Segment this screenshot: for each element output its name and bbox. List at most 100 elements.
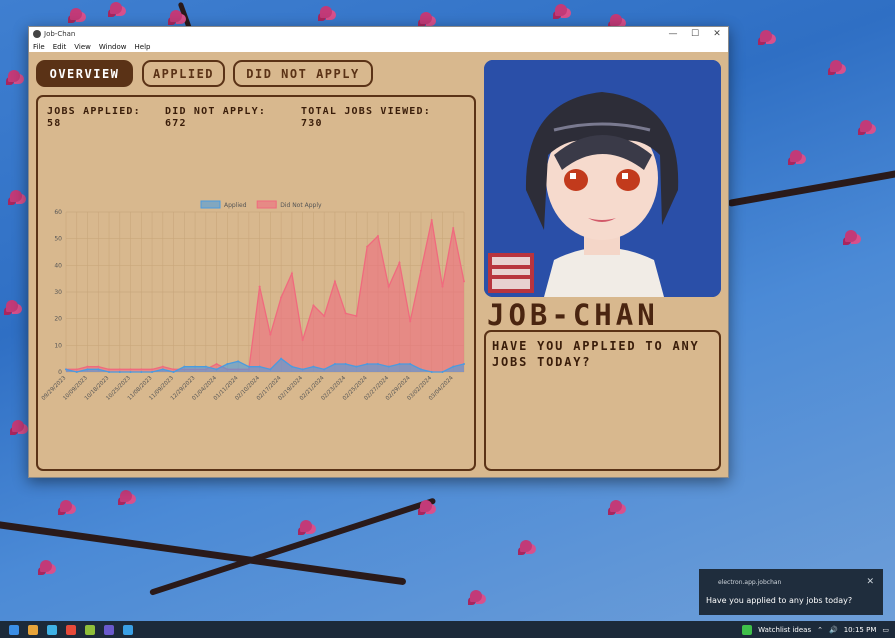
notification-center-icon[interactable]: ▭	[882, 626, 889, 634]
data-point	[151, 368, 154, 371]
job-chan-taskbar-icon[interactable]	[123, 624, 133, 635]
app-icon[interactable]	[66, 624, 76, 635]
menu-file[interactable]: File	[33, 43, 45, 51]
data-point	[333, 363, 336, 365]
speech-box: HAVE YOU APPLIED TO ANY JOBS TODAY?	[484, 330, 721, 471]
data-point	[312, 304, 315, 307]
notification-toast[interactable]: electron.app.jobchan ✕ Have you applied …	[699, 569, 883, 615]
job-chan-window: Job-Chan — ☐ ✕ File Edit View Window Hel…	[28, 26, 729, 478]
tab-applied[interactable]: APPLIED	[142, 60, 225, 87]
data-point	[441, 285, 444, 288]
data-point	[409, 320, 412, 323]
app-icon[interactable]	[28, 624, 38, 635]
data-point	[387, 285, 390, 288]
legend-label: Did Not Apply	[280, 202, 322, 209]
maximize-button[interactable]: ☐	[684, 27, 706, 41]
data-point	[204, 365, 207, 368]
data-point	[172, 371, 175, 373]
data-point	[323, 315, 326, 317]
data-point	[75, 368, 78, 371]
data-point	[344, 312, 347, 315]
y-tick-label: 10	[54, 342, 62, 349]
data-point	[301, 368, 304, 371]
menu-view[interactable]: View	[74, 43, 91, 51]
data-point	[237, 360, 240, 363]
data-point	[258, 285, 261, 288]
data-point	[183, 365, 186, 368]
data-point	[463, 363, 465, 365]
data-point	[387, 365, 390, 368]
data-point	[194, 365, 197, 368]
app-icon[interactable]	[104, 624, 114, 635]
data-point	[366, 363, 369, 365]
data-point	[376, 235, 379, 237]
data-point	[129, 371, 132, 373]
window-title: Job-Chan	[44, 30, 76, 38]
data-point	[226, 363, 229, 365]
legend-swatch	[256, 200, 277, 209]
data-point	[86, 368, 89, 371]
clock[interactable]: 10:15 PM	[844, 626, 877, 634]
close-icon[interactable]: ✕	[866, 577, 874, 587]
app-content: OVERVIEW APPLIED DID NOT APPLY JOBS APPL…	[29, 52, 728, 477]
data-point	[312, 365, 315, 368]
data-point	[269, 368, 272, 371]
data-point	[97, 365, 100, 368]
menu-help[interactable]: Help	[135, 43, 151, 51]
data-point	[280, 357, 283, 360]
series-area	[66, 220, 464, 372]
data-point	[463, 280, 465, 283]
app-icon[interactable]	[85, 624, 95, 635]
y-tick-label: 50	[54, 236, 62, 243]
notification-message: Have you applied to any jobs today?	[706, 596, 853, 605]
data-point	[269, 333, 272, 336]
app-icon[interactable]	[47, 624, 57, 635]
data-point	[355, 315, 358, 317]
title-bar[interactable]: Job-Chan — ☐ ✕	[29, 27, 728, 41]
watchlist-widget[interactable]: Watchlist ideas	[758, 626, 811, 634]
menu-edit[interactable]: Edit	[53, 43, 67, 51]
data-point	[215, 363, 218, 365]
data-point	[290, 365, 293, 368]
y-tick-label: 60	[54, 209, 62, 216]
data-point	[430, 219, 433, 221]
data-point	[118, 371, 121, 373]
y-tick-label: 30	[54, 289, 62, 296]
data-point	[409, 363, 412, 365]
y-tick-label: 0	[58, 369, 62, 376]
minimize-button[interactable]: —	[662, 27, 684, 41]
data-point	[452, 365, 455, 368]
tab-overview[interactable]: OVERVIEW	[36, 60, 133, 87]
data-point	[215, 368, 218, 371]
taskbar: Watchlist ideas ⌃ 🔊 10:15 PM ▭	[0, 621, 895, 638]
branch	[727, 168, 895, 207]
character-illustration	[484, 60, 721, 297]
volume-icon[interactable]: 🔊	[829, 626, 838, 634]
data-point	[129, 368, 132, 371]
close-button[interactable]: ✕	[706, 27, 728, 41]
data-point	[172, 368, 175, 371]
tab-did-not-apply[interactable]: DID NOT APPLY	[233, 60, 373, 87]
data-point	[355, 365, 358, 368]
data-point	[118, 368, 121, 371]
y-tick-label: 40	[54, 262, 62, 269]
start-icon[interactable]	[9, 624, 19, 635]
app-icon	[33, 30, 41, 38]
data-point	[430, 371, 433, 373]
legend-label: Applied	[224, 202, 247, 209]
data-point	[161, 365, 164, 368]
data-point	[441, 371, 444, 373]
notification-source: electron.app.jobchan	[718, 579, 782, 586]
y-tick-label: 20	[54, 316, 62, 323]
data-point	[344, 363, 347, 365]
legend-swatch	[200, 200, 221, 209]
menu-window[interactable]: Window	[99, 43, 127, 51]
data-point	[108, 368, 111, 371]
jobs-chart: 010203040506009/29/202310/09/202310/18/2…	[41, 200, 465, 402]
data-point	[301, 339, 304, 341]
data-point	[86, 365, 89, 368]
data-point	[323, 368, 326, 371]
data-point	[258, 365, 261, 368]
data-point	[376, 363, 379, 365]
chevron-up-icon[interactable]: ⌃	[817, 626, 823, 634]
